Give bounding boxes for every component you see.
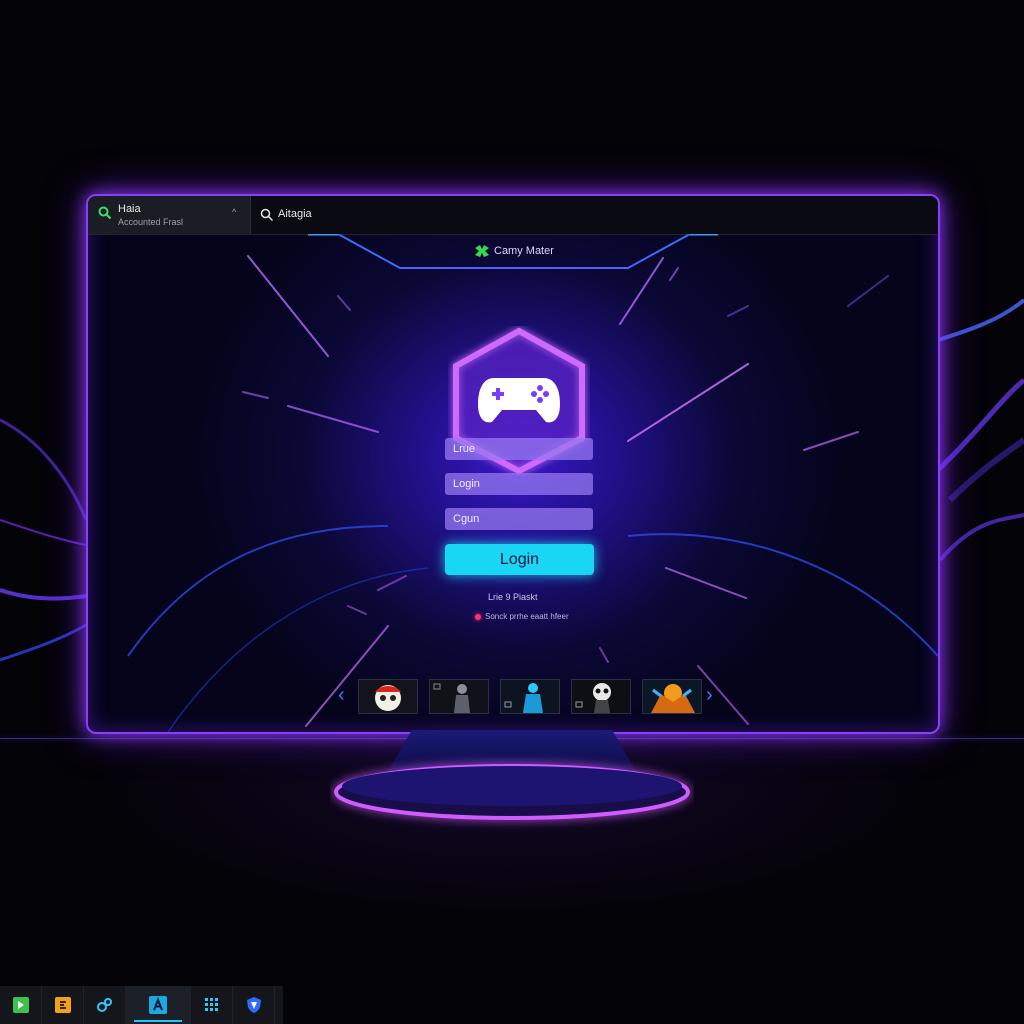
taskbar <box>0 986 283 1024</box>
login-field[interactable] <box>445 473 593 495</box>
taskbar-green-app[interactable] <box>0 986 42 1024</box>
tab-subtitle: Accounted Frasl <box>118 217 184 227</box>
carousel-next-button[interactable]: › <box>706 684 713 707</box>
beast-character-icon <box>643 680 701 713</box>
monitor-stand <box>334 730 690 820</box>
app-logo-icon <box>475 245 489 257</box>
status-row: Sonck prrhe eaatt hfeer <box>475 612 569 621</box>
tab-search-icon <box>98 206 112 220</box>
orange-app-icon <box>54 997 71 1013</box>
taskbar-a-app[interactable] <box>126 986 191 1024</box>
monitor-screen: Haia Accounted Frasl ^ Aitagia Camy Mate… <box>86 194 940 734</box>
taskbar-link-app[interactable] <box>84 986 126 1024</box>
skull-character-icon <box>572 680 630 713</box>
browser-tab[interactable]: Haia Accounted Frasl ^ <box>88 196 251 234</box>
app-name: Camy Mater <box>494 245 554 257</box>
shield-app-icon <box>246 997 261 1013</box>
password-field[interactable] <box>445 508 593 530</box>
carousel-prev-button[interactable]: ‹ <box>338 684 345 707</box>
character-carousel: ‹ › <box>338 676 718 716</box>
browser-topbar: Haia Accounted Frasl ^ Aitagia <box>88 196 938 235</box>
search-icon[interactable] <box>260 208 274 222</box>
status-text[interactable]: Sonck prrhe eaatt hfeer <box>485 612 569 621</box>
thumbnail-skull-face-character[interactable] <box>571 679 631 714</box>
thumbnail-mask-red-character[interactable] <box>358 679 418 714</box>
a-app-icon <box>149 996 167 1014</box>
thumbnail-orange-beast-character[interactable] <box>642 679 702 714</box>
taskbar-grid-app[interactable] <box>191 986 233 1024</box>
taskbar-shield-app[interactable] <box>233 986 275 1024</box>
thumbnail-cyan-warrior-character[interactable] <box>500 679 560 714</box>
cyan-warrior-icon <box>501 680 559 713</box>
mask-character-icon <box>359 680 417 713</box>
green-app-icon <box>12 997 29 1013</box>
taskbar-orange-app[interactable] <box>42 986 84 1024</box>
grid-app-icon <box>204 998 218 1011</box>
thumbnail-dark-armored-character[interactable] <box>429 679 489 714</box>
status-dot-icon <box>475 613 481 620</box>
tab-title: Haia <box>118 203 141 215</box>
username-field[interactable] <box>445 438 593 460</box>
link-app-icon <box>96 998 112 1012</box>
helper-link[interactable]: Lrie 9 Piaskt <box>488 592 538 602</box>
armored-character-icon <box>430 680 488 713</box>
search-label[interactable]: Aitagia <box>278 208 312 220</box>
login-button[interactable]: Login <box>445 544 594 575</box>
tab-chevron-icon[interactable]: ^ <box>232 207 236 217</box>
